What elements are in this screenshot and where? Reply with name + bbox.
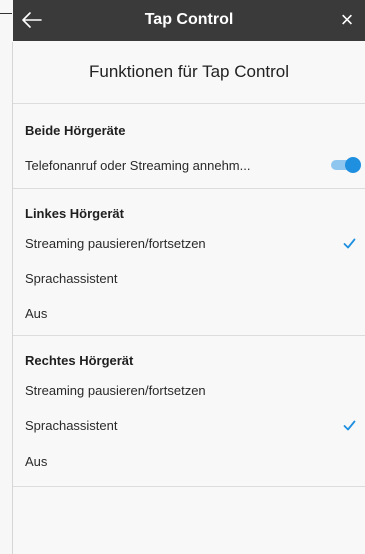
list-item-answer-call[interactable]: Telefonanruf oder Streaming annehm... <box>25 154 365 176</box>
checkmark-icon <box>341 414 357 436</box>
section-title: Linkes Hörgerät <box>25 206 124 221</box>
section-title: Beide Hörgeräte <box>25 123 126 138</box>
list-item-label: Sprachassistent <box>25 417 118 433</box>
list-item-label: Sprachassistent <box>25 270 118 286</box>
list-item-label: Streaming pausieren/fortsetzen <box>25 382 206 398</box>
page-title: Tap Control <box>144 11 234 28</box>
list-item-label: Telefonanruf oder Streaming annehm... <box>25 157 251 173</box>
list-item-off[interactable]: Aus <box>25 302 365 324</box>
screen-frame: Tap Control × Funktionen für Tap Control… <box>0 0 365 554</box>
page-heading: Funktionen für Tap Control <box>88 62 290 81</box>
corner-line <box>0 13 12 14</box>
checkmark-icon-graphic <box>343 238 355 248</box>
section-title: Rechtes Hörgerät <box>25 353 134 368</box>
list-item-voice-assistant[interactable]: Sprachassistent <box>25 267 365 289</box>
list-item-label: Streaming pausieren/fortsetzen <box>25 235 206 251</box>
close-icon[interactable]: × <box>337 9 357 31</box>
list-item-label: Aus <box>25 305 48 321</box>
toggle-knob <box>345 157 361 173</box>
section-right-device: Rechtes Hörgerät Streaming pausieren/for… <box>13 335 365 487</box>
list-item-voice-assistant[interactable]: Sprachassistent <box>25 414 365 436</box>
section-both-devices: Beide Hörgeräte Telefonanruf oder Stream… <box>13 103 365 189</box>
list-item-streaming-pause[interactable]: Streaming pausieren/fortsetzen <box>25 379 365 401</box>
list-item-streaming-pause[interactable]: Streaming pausieren/fortsetzen <box>25 232 365 254</box>
app-screen: Tap Control × Funktionen für Tap Control… <box>13 0 365 554</box>
toggle-switch[interactable] <box>329 157 361 173</box>
list-item-label: Aus <box>25 453 48 469</box>
checkmark-icon-graphic <box>343 420 355 430</box>
top-bar: Tap Control × <box>13 0 365 41</box>
list-item-off[interactable]: Aus <box>25 450 365 472</box>
section-left-device: Linkes Hörgerät Streaming pausieren/fort… <box>13 188 365 336</box>
checkmark-icon <box>341 232 357 254</box>
